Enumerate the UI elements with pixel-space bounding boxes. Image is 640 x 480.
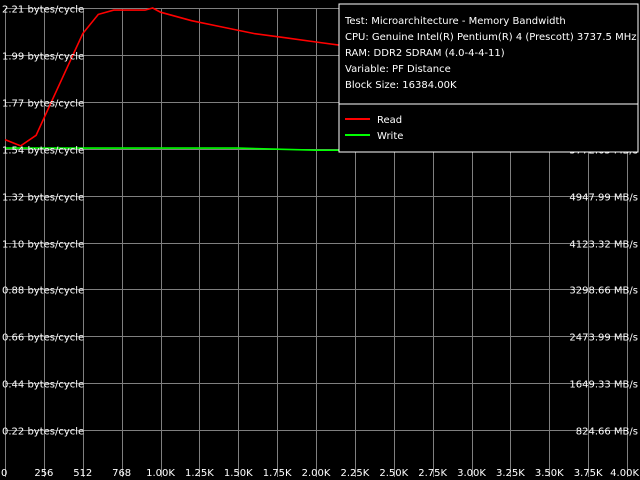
x-tick-label: 3.00K [457, 468, 486, 479]
x-tick-label: 4.00K [610, 468, 639, 479]
x-axis-labels: 0 256 512 768 1.00K 1.25K 1.50K 1.75K 2.00K 2.25K… [1, 468, 639, 479]
info-line: Test: Microarchitecture - Memory Bandwid… [344, 16, 566, 27]
y-tick-label-left: 1.10 bytes/cycle [2, 240, 84, 251]
bandwidth-chart: 2.21 bytes/cycle 1.99 bytes/cycle 1.77 byt… [1, 3, 639, 479]
y-tick-label-left: 1.54 bytes/cycle [2, 146, 84, 157]
y-tick-label-right: 2473.99 MB/s [569, 333, 638, 344]
y-tick-label-left: 0.44 bytes/cycle [2, 380, 84, 391]
x-tick-label: 2.00K [302, 468, 331, 479]
y-tick-label-left: 0.88 bytes/cycle [2, 286, 84, 297]
y-tick-label-left: 0.66 bytes/cycle [2, 333, 84, 344]
y-tick-label-right: 4947.99 MB/s [569, 193, 638, 204]
y-tick-label-right: 1649.33 MB/s [569, 380, 638, 391]
y-tick-label-right: 4123.32 MB/s [569, 240, 638, 251]
x-tick-label: 768 [112, 468, 131, 479]
info-box: Test: Microarchitecture - Memory Bandwid… [338, 3, 639, 153]
x-tick-label: 2.75K [418, 468, 447, 479]
y-tick-label-left: 2.21 bytes/cycle [2, 5, 84, 16]
x-tick-label: 512 [73, 468, 92, 479]
x-tick-label: 1.75K [263, 468, 292, 479]
info-line: RAM: DDR2 SDRAM (4.0-4-4-11) [345, 48, 505, 59]
y-tick-label-left: 1.99 bytes/cycle [2, 52, 84, 63]
info-line: Block Size: 16384.00K [345, 80, 457, 91]
y-tick-label-left: 1.32 bytes/cycle [2, 193, 84, 204]
x-tick-label: 2.50K [379, 468, 408, 479]
x-tick-label: 256 [34, 468, 53, 479]
y-tick-label-left: 0.22 bytes/cycle [2, 427, 84, 438]
y-axis-left-labels: 2.21 bytes/cycle 1.99 bytes/cycle 1.77 byt… [2, 5, 84, 438]
info-line: Variable: PF Distance [345, 64, 451, 75]
x-tick-label: 3.75K [574, 468, 603, 479]
legend-label: Write [377, 131, 403, 142]
x-tick-label: 2.25K [340, 468, 369, 479]
y-tick-label-left: 1.77 bytes/cycle [2, 99, 84, 110]
info-line: CPU: Genuine Intel(R) Pentium(R) 4 (Pres… [345, 32, 637, 43]
y-tick-label-right: 824.66 MB/s [576, 427, 638, 438]
x-tick-label: 1.25K [185, 468, 214, 479]
y-tick-label-right: 3298.66 MB/s [569, 286, 638, 297]
x-tick-label: 1.00K [146, 468, 175, 479]
legend-label: Read [377, 115, 402, 126]
x-tick-label: 0 [1, 468, 7, 479]
x-tick-label: 3.25K [496, 468, 525, 479]
x-tick-label: 1.50K [224, 468, 253, 479]
x-tick-label: 3.50K [535, 468, 564, 479]
